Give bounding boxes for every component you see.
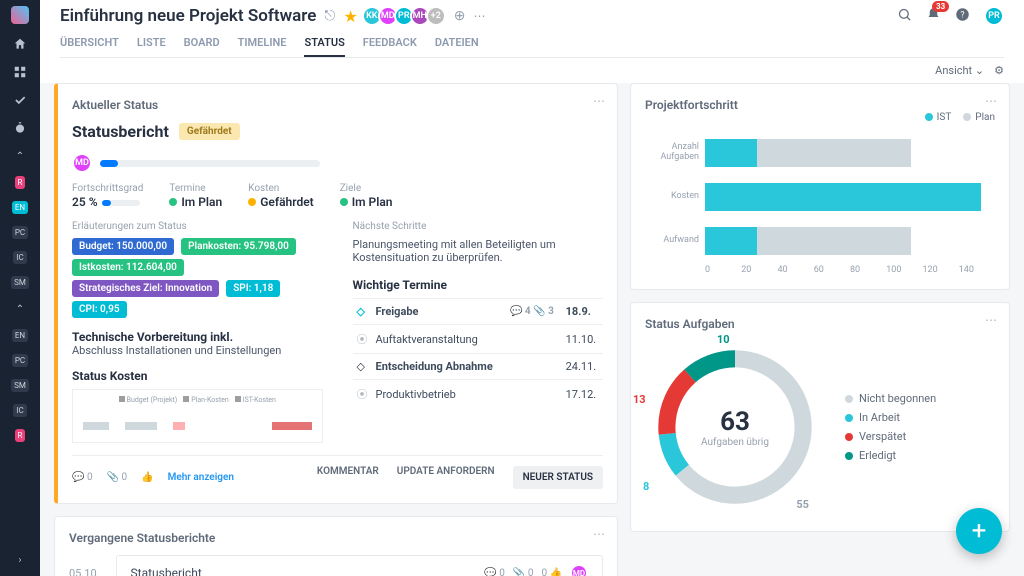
timer-icon[interactable] xyxy=(12,120,28,136)
show-more-link[interactable]: Mehr anzeigen xyxy=(168,472,234,483)
tag-plankosten[interactable]: Plankosten: 95.798,00 xyxy=(181,238,296,255)
dashboard-icon[interactable] xyxy=(12,64,28,80)
card-title: Aktueller Status xyxy=(72,98,603,112)
rail-badge-pc[interactable]: PC xyxy=(12,226,28,239)
notification-count: 33 xyxy=(932,1,949,12)
dates-table: ◇ Freigabe 💬 4 📎 3 18.9. ⦿ Auftaktverans… xyxy=(353,298,604,408)
home-icon[interactable] xyxy=(12,36,28,52)
fab-add-button[interactable]: + xyxy=(956,508,1002,554)
lock-icon[interactable]: ⎋ xyxy=(324,8,335,24)
mini-progress xyxy=(102,200,140,206)
rail-badge-pc2[interactable]: PC xyxy=(12,354,28,367)
rail-badge-r1[interactable]: R xyxy=(15,176,26,189)
chevron-up-icon-2[interactable]: ⌃ xyxy=(12,301,28,317)
comments-count: 💬 0 xyxy=(484,568,505,576)
tab-overview[interactable]: ÜBERSICHT xyxy=(60,36,119,57)
rail-badge-en[interactable]: EN xyxy=(12,201,28,214)
star-icon[interactable]: ★ xyxy=(343,7,357,26)
progress-chart-card: Projektfortschritt ⋯ IST Plan Anzahl Auf… xyxy=(630,83,1010,290)
notifications-icon[interactable]: 33 xyxy=(926,7,941,25)
likes-count: 0 👍 xyxy=(541,568,562,576)
tag-istkosten[interactable]: Istkosten: 112.604,00 xyxy=(72,259,184,276)
rail-badge-ic2[interactable]: IC xyxy=(13,404,26,417)
add-member-icon[interactable]: ⊕ xyxy=(454,8,466,24)
svg-text:?: ? xyxy=(960,11,964,21)
author-avatar[interactable]: MD xyxy=(72,153,92,173)
tag-budget[interactable]: Budget: 150.000,00 xyxy=(72,238,174,255)
help-icon[interactable]: ? xyxy=(955,7,970,25)
cost-mini-chart: Budget (Projekt)Plan-KostenIST-Kosten xyxy=(72,389,323,443)
settings-icon[interactable]: ⚙ xyxy=(994,64,1004,77)
table-row[interactable]: ◇ Freigabe 💬 4 📎 3 18.9. xyxy=(353,299,604,325)
rail-badge-r2[interactable]: R xyxy=(15,429,26,442)
more-icon[interactable]: ⋯ xyxy=(593,94,605,108)
table-row[interactable]: ◇ Entscheidung Abnahme 24.11. xyxy=(353,354,604,380)
nav-rail: ⌃ R EN PC IC SM ⌃ EN PC SM IC R › xyxy=(0,0,40,576)
user-avatar[interactable]: PR xyxy=(984,6,1004,26)
chevron-right-icon[interactable]: › xyxy=(12,552,28,568)
check-circle-icon: ⦿ xyxy=(353,380,372,409)
progress-bar-chart: Anzahl Aufgaben Kosten Aufwand 0204 xyxy=(645,131,995,275)
avatar[interactable]: MD xyxy=(570,564,588,576)
risk-badge: Gefährdet xyxy=(179,123,240,140)
tag-cpi[interactable]: CPI: 0,95 xyxy=(72,301,127,318)
view-dropdown[interactable]: Ansicht ⌄ xyxy=(935,64,984,77)
report-title: Statusbericht xyxy=(72,122,169,141)
request-update-button[interactable]: UPDATE ANFORDERN xyxy=(397,466,495,489)
rail-badge-sm[interactable]: SM xyxy=(11,276,29,289)
search-icon[interactable] xyxy=(897,7,912,25)
table-row[interactable]: ⦿ Auftaktveranstaltung 11.10. xyxy=(353,325,604,354)
member-avatars[interactable]: KK MD PR MH +2 xyxy=(366,6,446,26)
main-tabs: ÜBERSICHT LISTE BOARD TIMELINE STATUS FE… xyxy=(60,36,1004,58)
progress-bar xyxy=(100,160,320,167)
comments-count[interactable]: 💬 0 xyxy=(72,472,93,483)
past-reports-card: Vergangene Statusberichte ⋯ 05.10. Statu… xyxy=(54,516,618,576)
milestone-icon: ◇ xyxy=(353,354,372,380)
like-icon[interactable]: 👍 xyxy=(141,472,153,483)
metric-label: Termine xyxy=(169,183,222,194)
tab-timeline[interactable]: TIMELINE xyxy=(238,36,287,57)
metric-label: Kosten xyxy=(248,183,314,194)
metric-label: Fortschrittsgrad xyxy=(72,183,143,194)
more-icon[interactable]: ⋯ xyxy=(474,9,486,23)
attachments-count: 📎 0 xyxy=(513,568,534,576)
tab-status[interactable]: STATUS xyxy=(304,36,344,57)
chevron-up-icon[interactable]: ⌃ xyxy=(12,148,28,164)
page-title: Einführung neue Projekt Software xyxy=(60,6,316,26)
more-icon[interactable]: ⋯ xyxy=(593,527,605,541)
table-row[interactable]: ⦿ Produktivbetrieb 17.12. xyxy=(353,380,604,409)
tab-board[interactable]: BOARD xyxy=(184,36,220,57)
attachments-count[interactable]: 📎 0 xyxy=(107,472,128,483)
tab-list[interactable]: LISTE xyxy=(137,36,166,57)
tag-ziel[interactable]: Strategisches Ziel: Innovation xyxy=(72,280,219,297)
more-icon[interactable]: ⋯ xyxy=(985,313,997,327)
app-logo[interactable] xyxy=(11,6,29,24)
tasks-chart-card: Status Aufgaben ⋯ 63 xyxy=(630,302,1010,532)
tag-spi[interactable]: SPI: 1,18 xyxy=(226,280,280,297)
check-icon[interactable] xyxy=(12,92,28,108)
current-status-card: Aktueller Status ⋯ Statusbericht Gefährd… xyxy=(54,83,618,504)
tab-files[interactable]: DATEIEN xyxy=(435,36,479,57)
more-icon[interactable]: ⋯ xyxy=(985,94,997,108)
rail-badge-en2[interactable]: EN xyxy=(12,329,28,342)
avatar-more[interactable]: +2 xyxy=(426,6,446,26)
tab-feedback[interactable]: FEEDBACK xyxy=(363,36,417,57)
comment-button[interactable]: KOMMENTAR xyxy=(317,466,379,489)
metric-label: Ziele xyxy=(340,183,393,194)
past-report-item[interactable]: Statusbericht 💬 0 📎 0 0 👍 MD xyxy=(116,555,603,576)
new-status-button[interactable]: NEUER STATUS xyxy=(513,466,603,489)
rail-badge-ic[interactable]: IC xyxy=(13,251,26,264)
check-circle-icon: ⦿ xyxy=(353,325,372,354)
rail-badge-sm2[interactable]: SM xyxy=(11,379,29,392)
milestone-icon: ◇ xyxy=(353,299,372,325)
tasks-donut-chart: 63 Aufgaben übrig 10 13 8 55 xyxy=(645,337,825,517)
